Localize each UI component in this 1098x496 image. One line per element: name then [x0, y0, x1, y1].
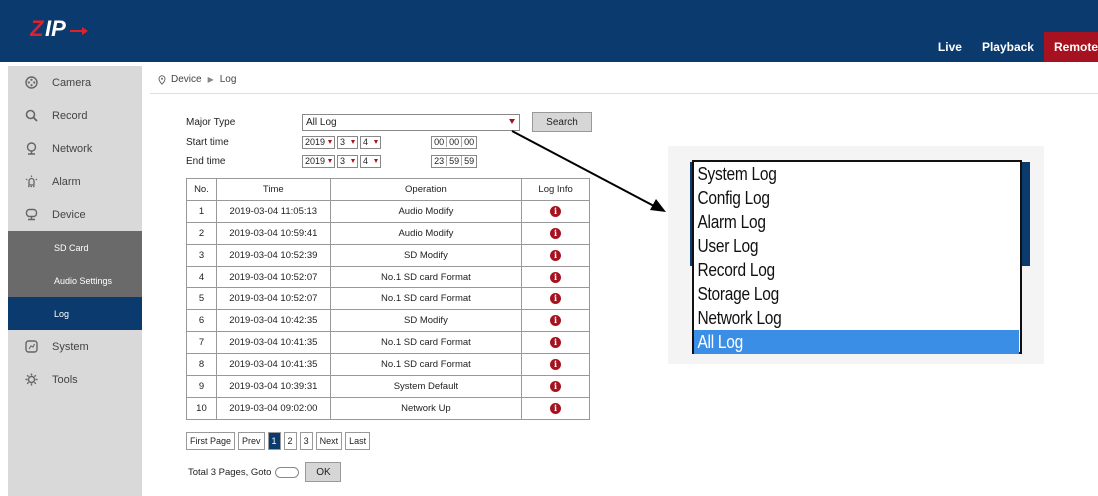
dropdown-option[interactable]: Alarm Log: [694, 210, 1019, 234]
app-root: Z IP Live Playback Remote Camera Record: [0, 0, 1098, 496]
dropdown-option[interactable]: User Log: [694, 234, 1019, 258]
dropdown-option[interactable]: All Log: [694, 330, 1020, 354]
dropdown-zoom-callout: System Log Config Log Alarm Log User Log Rec…: [668, 146, 1044, 364]
major-type-dropdown-list: System Log Config Log Alarm Log User Log Rec…: [692, 160, 1022, 354]
dropdown-option[interactable]: Storage Log: [694, 282, 1019, 306]
dropdown-option[interactable]: Record Log: [694, 258, 1019, 282]
dropdown-option[interactable]: Config Log: [694, 186, 1019, 210]
dropdown-option[interactable]: Network Log: [694, 306, 1019, 330]
dropdown-option[interactable]: System Log: [694, 162, 1019, 186]
